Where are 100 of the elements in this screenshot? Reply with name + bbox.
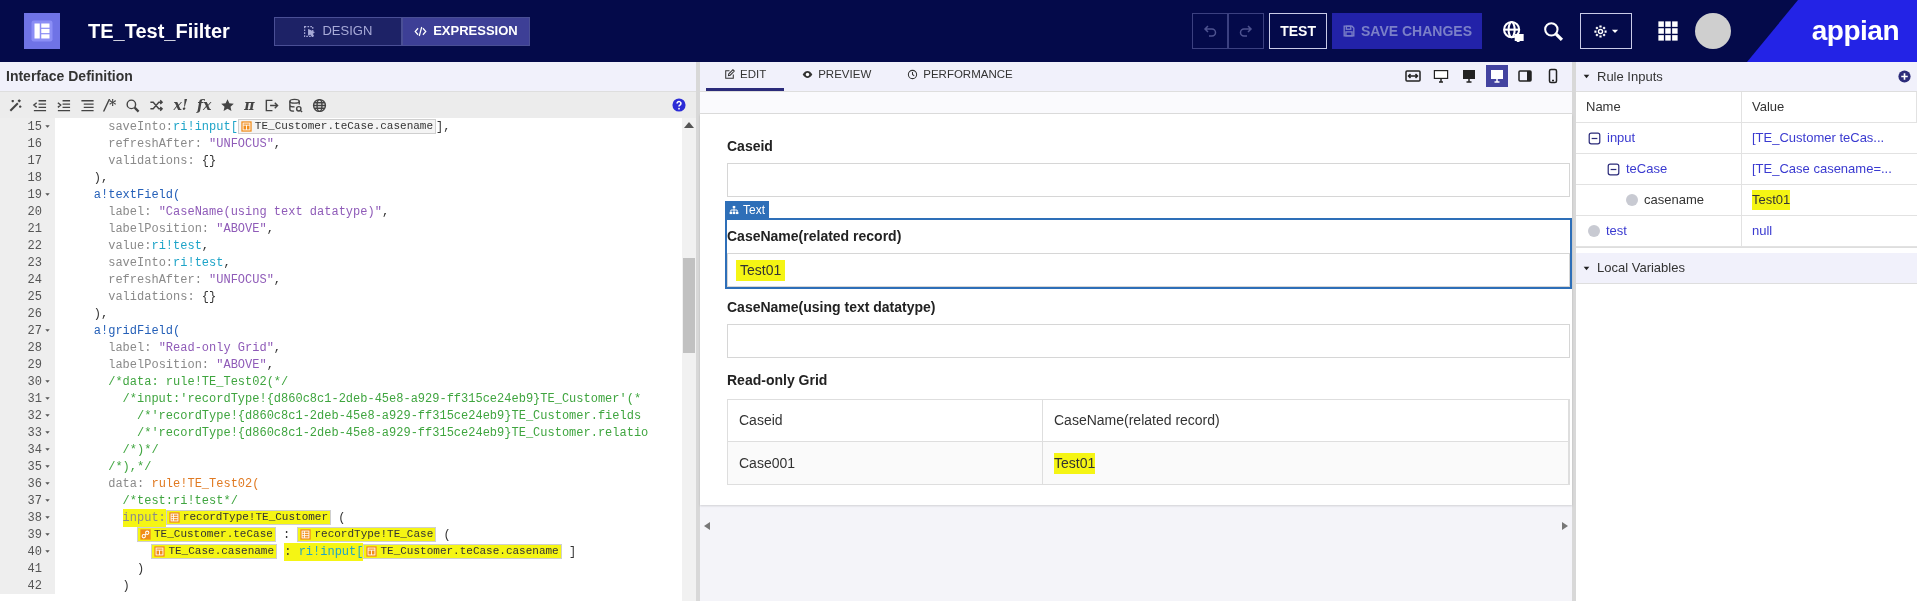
field-icon [154, 546, 166, 557]
input-value: Test01 [1752, 190, 1791, 210]
text-input-field[interactable]: Test01 [727, 253, 1570, 287]
code-text: refreshAfter: [108, 135, 202, 153]
collapse-icon[interactable] [1588, 131, 1601, 145]
device-view-button[interactable] [1486, 65, 1508, 87]
help-icon[interactable] [672, 98, 686, 112]
search-icon[interactable] [125, 97, 141, 113]
code-text: ( [443, 526, 451, 544]
collapse-icon[interactable] [1607, 162, 1620, 176]
scrollbar[interactable] [682, 118, 696, 601]
text-input-field[interactable] [727, 163, 1570, 197]
record-type-icon [300, 529, 312, 540]
code-tool-button[interactable]: π [244, 98, 255, 112]
fold-arrow-icon[interactable] [44, 327, 51, 334]
fold-arrow-icon[interactable] [44, 463, 51, 470]
fold-arrow-icon[interactable] [44, 548, 51, 555]
field-label: Caseid [727, 137, 774, 156]
column-header: Name [1576, 92, 1742, 123]
preview-tab[interactable]: PREVIEW [784, 61, 890, 91]
settings-menu-button[interactable] [1580, 13, 1632, 49]
line-number: 33 [27, 424, 42, 442]
code-text: /*),*/ [108, 458, 152, 476]
eye-icon [802, 69, 814, 80]
search-icon[interactable] [1542, 20, 1564, 42]
indent-icon[interactable] [56, 97, 71, 113]
add-icon[interactable] [1898, 70, 1911, 83]
monitor-icon [1489, 68, 1505, 84]
scroll-right-arrow[interactable] [1562, 522, 1568, 530]
form-field[interactable]: CaseName(using text datatype) [725, 289, 1572, 360]
test-button[interactable]: TEST [1269, 13, 1327, 49]
code-text: "UNFOCUS" [209, 135, 274, 153]
fold-arrow-icon[interactable] [44, 514, 51, 521]
line-number: 15 [27, 118, 42, 136]
globe-icon[interactable] [311, 97, 327, 113]
form-field[interactable]: CaseName(related record) Test01 [725, 218, 1572, 289]
code-text: , [273, 339, 282, 357]
line-number: 28 [27, 339, 42, 357]
line-number: 20 [27, 203, 42, 221]
code-text: {} [201, 288, 217, 306]
hierarchy-icon [729, 204, 739, 215]
globe-chat-icon[interactable] [1502, 20, 1524, 42]
fold-arrow-icon[interactable] [44, 531, 51, 538]
panel-title: Interface Definition [6, 67, 133, 86]
fold-arrow-icon[interactable] [44, 123, 51, 130]
code-text: "ABOVE" [216, 220, 267, 238]
code-text: "CaseName(using text datatype)" [158, 203, 382, 221]
database-search-icon[interactable] [287, 97, 303, 113]
code-text: {} [201, 152, 217, 170]
line-number: 32 [27, 407, 42, 425]
fold-arrow-icon[interactable] [44, 429, 51, 436]
mode-tab[interactable]: DESIGN [273, 16, 402, 46]
line-number: 26 [27, 305, 42, 323]
shuffle-icon[interactable] [149, 97, 165, 113]
panel-header[interactable]: Rule Inputs [1576, 62, 1917, 92]
line-number: 42 [27, 577, 42, 595]
collapse-arrow-icon[interactable] [1582, 72, 1591, 81]
code-text: labelPosition: [108, 356, 210, 374]
undo-icon [1202, 23, 1219, 39]
outdent-icon[interactable] [32, 97, 47, 113]
app-grid-icon[interactable] [1657, 20, 1679, 42]
record-type-icon [168, 512, 180, 523]
line-number: 21 [27, 220, 42, 238]
fold-arrow-icon[interactable] [44, 497, 51, 504]
text-input-field[interactable] [727, 324, 1570, 358]
code-text: , [223, 254, 231, 272]
line-number: 37 [27, 492, 42, 510]
input-value: null [1752, 222, 1773, 241]
fold-arrow-icon[interactable] [44, 191, 51, 198]
line-number: 19 [27, 186, 42, 204]
scrollbar-thumb[interactable] [683, 258, 695, 353]
export-icon[interactable] [263, 97, 279, 113]
form-field[interactable]: Caseid [725, 128, 1572, 199]
fold-arrow-icon[interactable] [44, 412, 51, 419]
magic-wand-icon[interactable] [8, 97, 23, 113]
line-number: 27 [27, 322, 42, 340]
fold-arrow-icon[interactable] [44, 446, 51, 453]
grid-field[interactable]: Read-only Grid Caseid CaseName(related record) Case001 Test01 [725, 360, 1572, 487]
scroll-left-arrow[interactable] [704, 522, 710, 530]
code-tool-button[interactable]: /* [104, 98, 117, 112]
preview-tab[interactable]: PERFORMANCE [889, 61, 1031, 91]
app-icon [30, 19, 54, 43]
avatar[interactable] [1695, 13, 1731, 49]
line-number: 23 [27, 254, 42, 272]
panel-header[interactable]: Local Variables [1576, 253, 1917, 284]
code-tool-button[interactable]: fx [196, 98, 212, 112]
code-text: /*input:'recordType!{d860c8c1-2deb-45e8-a929-ff315ce24eb9}TE_Customer'(* [122, 390, 642, 408]
fold-arrow-icon[interactable] [44, 378, 51, 385]
star-icon[interactable] [220, 97, 236, 113]
scroll-up-arrow[interactable] [684, 122, 694, 128]
mode-tab[interactable]: EXPRESSION [401, 16, 530, 46]
line-number: 24 [27, 271, 42, 289]
relationship-icon [140, 529, 151, 540]
fold-arrow-icon[interactable] [44, 395, 51, 402]
code-tool-button[interactable]: x! [173, 98, 188, 112]
fold-arrow-icon[interactable] [44, 480, 51, 487]
code-text: ) [122, 577, 130, 595]
line-number: 25 [27, 288, 42, 306]
list-icon[interactable] [80, 97, 95, 113]
code-text: rule!TE_Test02( [151, 475, 260, 493]
